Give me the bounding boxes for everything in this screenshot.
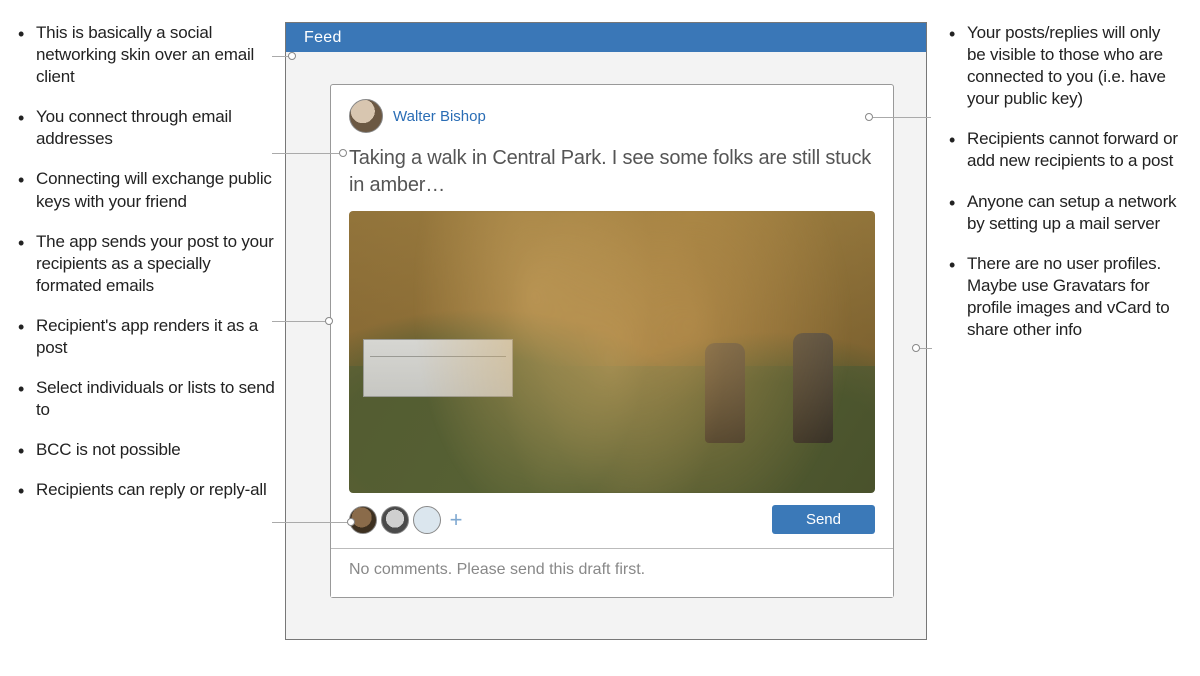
- callout-leader: [920, 348, 932, 349]
- callout-leader: [272, 321, 325, 322]
- left-annotation-column: •This is basically a social networking s…: [0, 22, 285, 676]
- app-body: Walter Bishop Taking a walk in Central P…: [286, 52, 926, 639]
- annotation-text: Connecting will exchange public keys wit…: [36, 168, 277, 212]
- bullet-dot: •: [18, 106, 36, 150]
- bullet-dot: •: [18, 377, 36, 421]
- right-annotation-column: •Your posts/replies will only be visible…: [935, 22, 1200, 676]
- bullet-dot: •: [18, 439, 36, 461]
- callout-anchor: [339, 149, 347, 157]
- app-title: Feed: [304, 29, 342, 46]
- annotation-bullet: •The app sends your post to your recipie…: [18, 231, 277, 297]
- bullet-dot: •: [949, 128, 967, 172]
- callout-anchor: [865, 113, 873, 121]
- post-author-row: Walter Bishop: [349, 99, 875, 133]
- annotation-text: Anyone can setup a network by setting up…: [967, 191, 1182, 235]
- app-window: Feed Walter Bishop Taking a walk in Cent…: [285, 22, 927, 640]
- bullet-dot: •: [949, 253, 967, 341]
- annotation-text: You connect through email addresses: [36, 106, 277, 150]
- comments-section: No comments. Please send this draft firs…: [331, 548, 893, 597]
- bullet-dot: •: [18, 479, 36, 501]
- annotation-bullet: •Your posts/replies will only be visible…: [949, 22, 1182, 110]
- annotation-bullet: •You connect through email addresses: [18, 106, 277, 150]
- annotation-text: Recipients cannot forward or add new rec…: [967, 128, 1182, 172]
- app-header: Feed: [286, 23, 926, 52]
- callout-leader: [272, 153, 339, 154]
- annotation-text: Select individuals or lists to send to: [36, 377, 277, 421]
- annotation-bullet: •Connecting will exchange public keys wi…: [18, 168, 277, 212]
- callout-leader: [272, 56, 288, 57]
- annotation-text: There are no user profiles. Maybe use Gr…: [967, 253, 1182, 341]
- recipient-avatar[interactable]: [413, 506, 441, 534]
- callout-anchor: [912, 344, 920, 352]
- plus-icon: +: [450, 507, 463, 533]
- annotation-text: The app sends your post to your recipien…: [36, 231, 277, 297]
- recipient-avatar[interactable]: [381, 506, 409, 534]
- post-image-attachment[interactable]: [349, 211, 875, 493]
- bullet-dot: •: [18, 22, 36, 88]
- annotation-bullet: •This is basically a social networking s…: [18, 22, 277, 88]
- annotation-bullet: •There are no user profiles. Maybe use G…: [949, 253, 1182, 341]
- bullet-dot: •: [949, 191, 967, 235]
- recipient-list: +: [349, 506, 467, 534]
- add-recipient-button[interactable]: +: [445, 509, 467, 531]
- annotation-text: Recipients can reply or reply-all: [36, 479, 277, 501]
- annotation-bullet: •Recipients cannot forward or add new re…: [949, 128, 1182, 172]
- callout-anchor: [347, 518, 355, 526]
- annotation-bullet: •Recipients can reply or reply-all: [18, 479, 277, 501]
- bullet-dot: •: [18, 231, 36, 297]
- annotation-bullet: •Select individuals or lists to send to: [18, 377, 277, 421]
- post-card: Walter Bishop Taking a walk in Central P…: [330, 84, 894, 598]
- callout-leader: [272, 522, 347, 523]
- author-name-link[interactable]: Walter Bishop: [393, 108, 486, 125]
- callout-anchor: [325, 317, 333, 325]
- callout-leader: [873, 117, 931, 118]
- annotation-text: This is basically a social networking sk…: [36, 22, 277, 88]
- post-body-text: Taking a walk in Central Park. I see som…: [349, 145, 875, 199]
- callout-anchor: [288, 52, 296, 60]
- post-footer-row: + Send: [349, 493, 875, 534]
- annotation-bullet: •Anyone can setup a network by setting u…: [949, 191, 1182, 235]
- annotation-text: Your posts/replies will only be visible …: [967, 22, 1182, 110]
- annotation-text: BCC is not possible: [36, 439, 277, 461]
- annotation-text: Recipient's app renders it as a post: [36, 315, 277, 359]
- bullet-dot: •: [18, 168, 36, 212]
- bullet-dot: •: [18, 315, 36, 359]
- avatar[interactable]: [349, 99, 383, 133]
- send-button[interactable]: Send: [772, 505, 875, 534]
- comments-placeholder-text: No comments. Please send this draft firs…: [349, 561, 645, 578]
- annotation-bullet: •Recipient's app renders it as a post: [18, 315, 277, 359]
- annotation-bullet: •BCC is not possible: [18, 439, 277, 461]
- bullet-dot: •: [949, 22, 967, 110]
